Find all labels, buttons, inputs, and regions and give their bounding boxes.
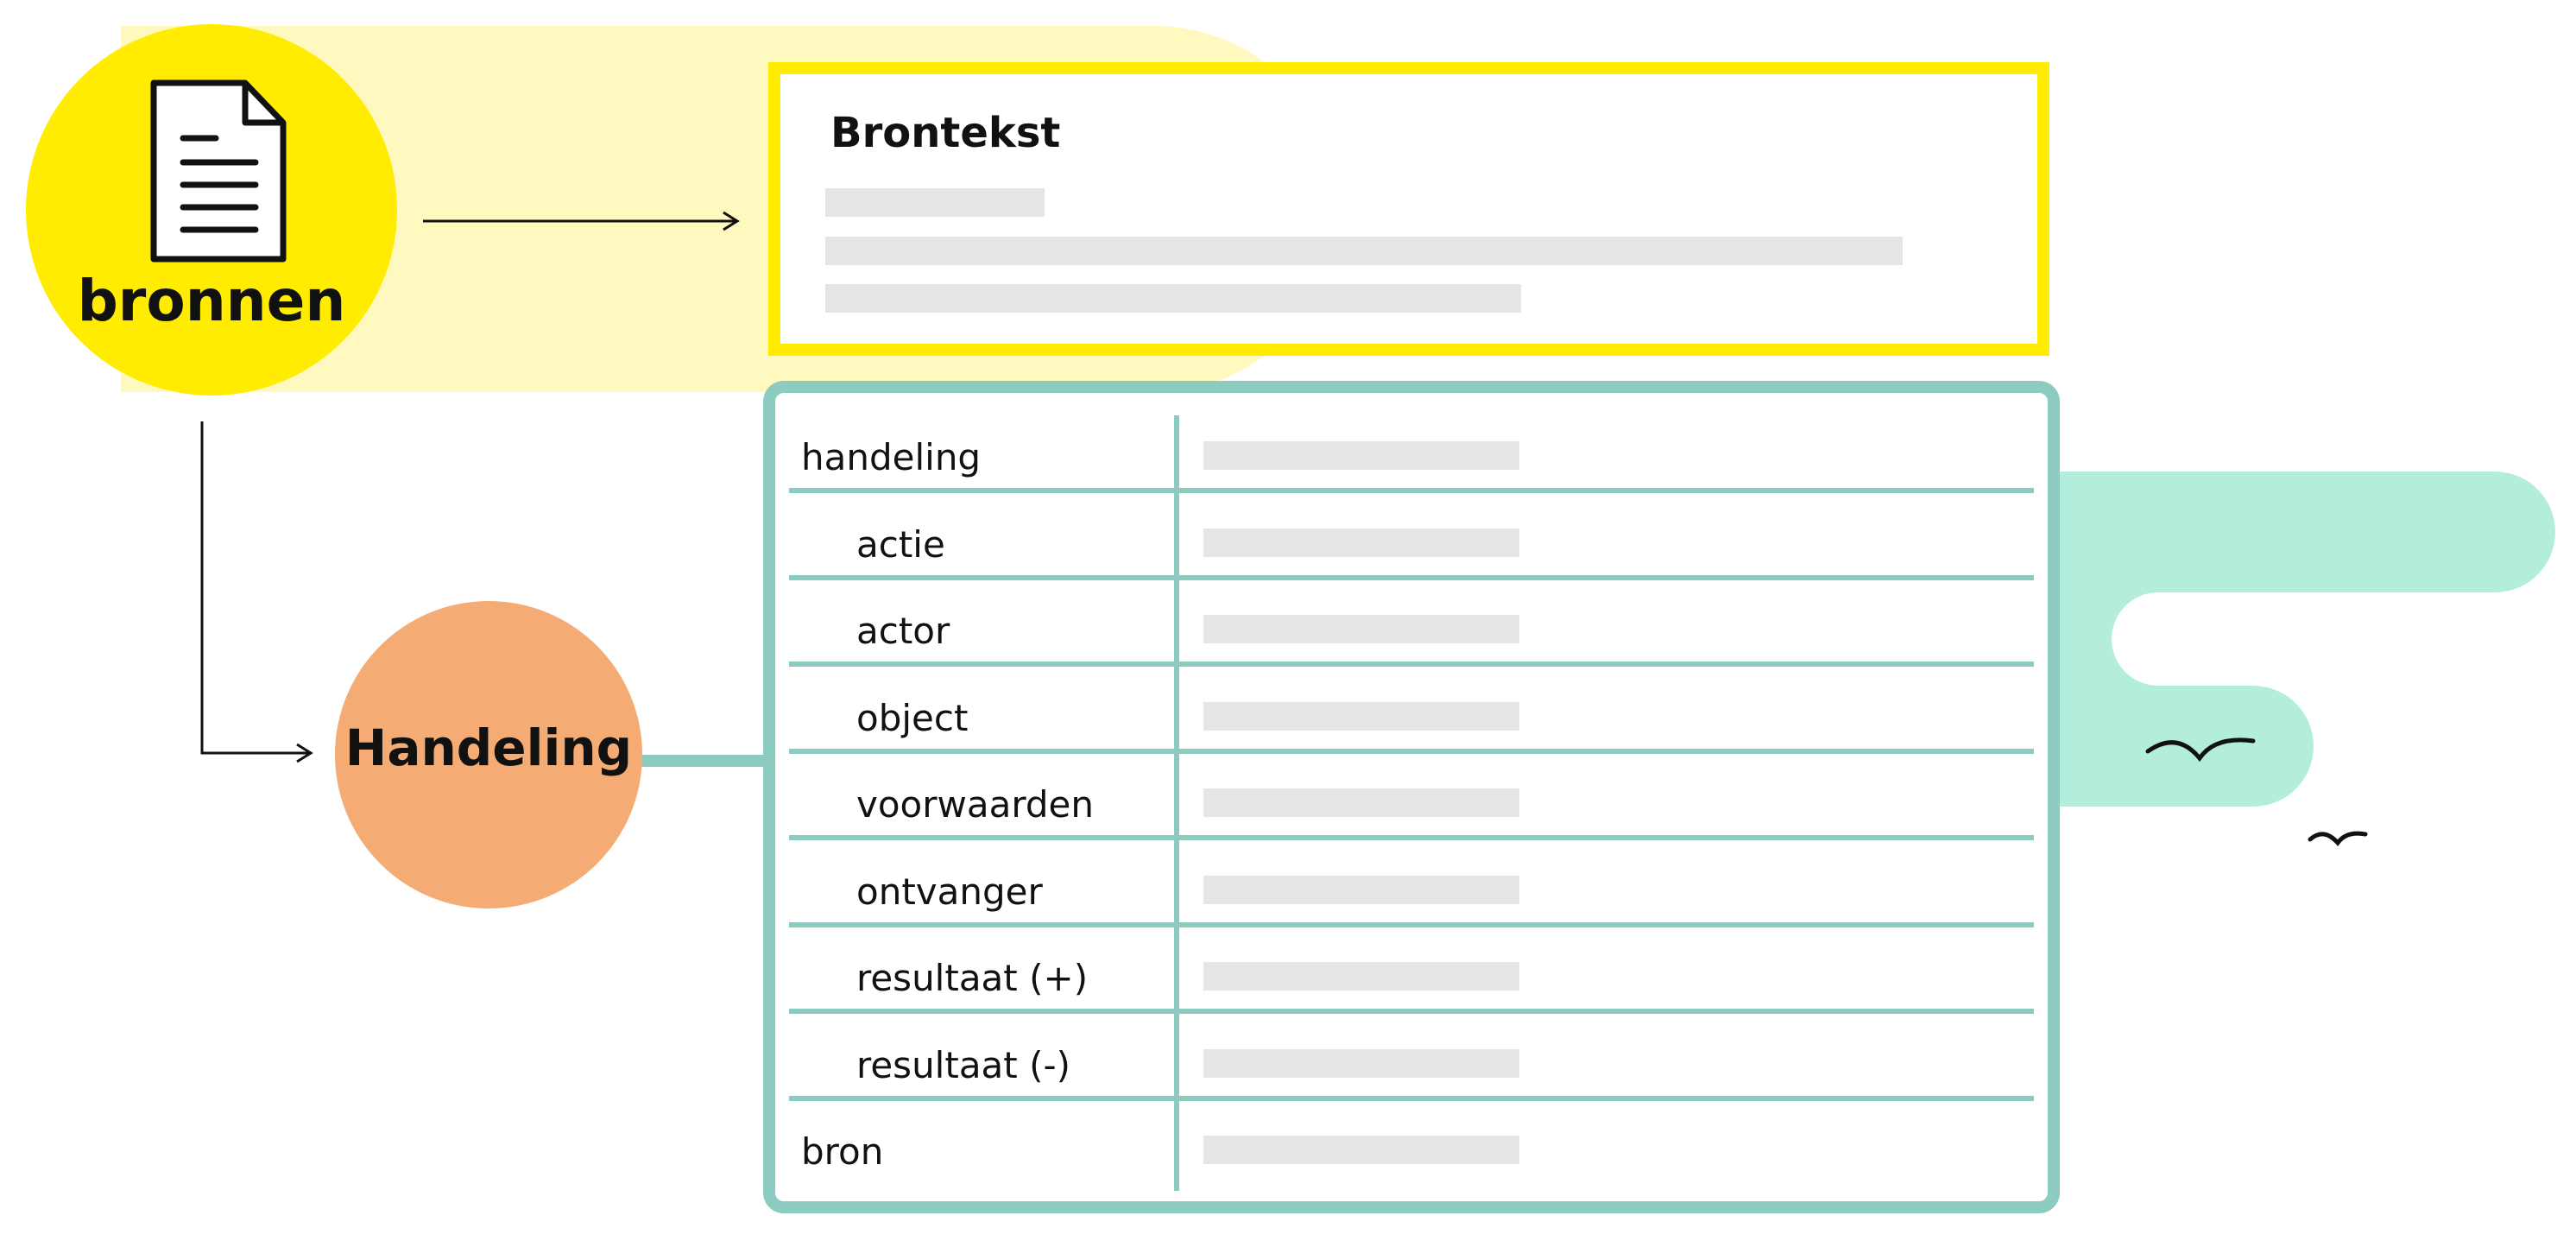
- row-separator: [789, 1009, 2034, 1014]
- property-label: actor: [856, 610, 950, 652]
- property-label: ontvanger: [856, 870, 1043, 913]
- property-label: voorwaarden: [856, 783, 1094, 826]
- property-table: handeling actie actor object voorwaarden ontv…: [763, 381, 2060, 1213]
- property-label: actie: [856, 522, 945, 566]
- row-separator: [789, 921, 2034, 927]
- row-separator: [789, 748, 2034, 754]
- row-separator: [789, 1095, 2034, 1101]
- bird-icon: [2145, 737, 2256, 763]
- row-separator: [789, 488, 2034, 493]
- property-value-placeholder: [1203, 875, 1519, 904]
- property-label: handeling: [801, 436, 982, 478]
- brontekst-panel: Brontekst: [768, 62, 2049, 356]
- property-value-placeholder: [1203, 1136, 1519, 1164]
- birds-decoration: [2145, 737, 2368, 847]
- property-label: resultaat (-): [856, 1043, 1071, 1086]
- property-value-placeholder: [1203, 615, 1519, 643]
- placeholder-text-line: [825, 284, 1521, 313]
- property-value-placeholder: [1203, 962, 1519, 991]
- property-value-placeholder: [1203, 528, 1519, 557]
- brontekst-title: Brontekst: [830, 109, 1061, 157]
- property-value-placeholder: [1203, 441, 1519, 470]
- property-label: resultaat (+): [856, 957, 1089, 999]
- property-value-placeholder: [1203, 1048, 1519, 1078]
- handeling-label: Handeling: [344, 718, 633, 777]
- row-separator: [789, 574, 2034, 580]
- placeholder-text-line: [825, 237, 1903, 265]
- handeling-connector: [639, 755, 768, 767]
- row-separator: [789, 835, 2034, 840]
- arrow-to-handeling: [200, 421, 309, 755]
- property-value-placeholder: [1203, 788, 1519, 817]
- property-label: object: [856, 696, 969, 739]
- property-label: bron: [801, 1130, 884, 1173]
- column-divider: [1174, 415, 1179, 1191]
- bronnen-label: bronnen: [77, 268, 346, 334]
- placeholder-text-line: [825, 188, 1045, 217]
- row-separator: [789, 661, 2034, 667]
- property-value-placeholder: [1203, 701, 1519, 731]
- bird-icon: [2308, 831, 2368, 847]
- document-icon: [150, 79, 287, 263]
